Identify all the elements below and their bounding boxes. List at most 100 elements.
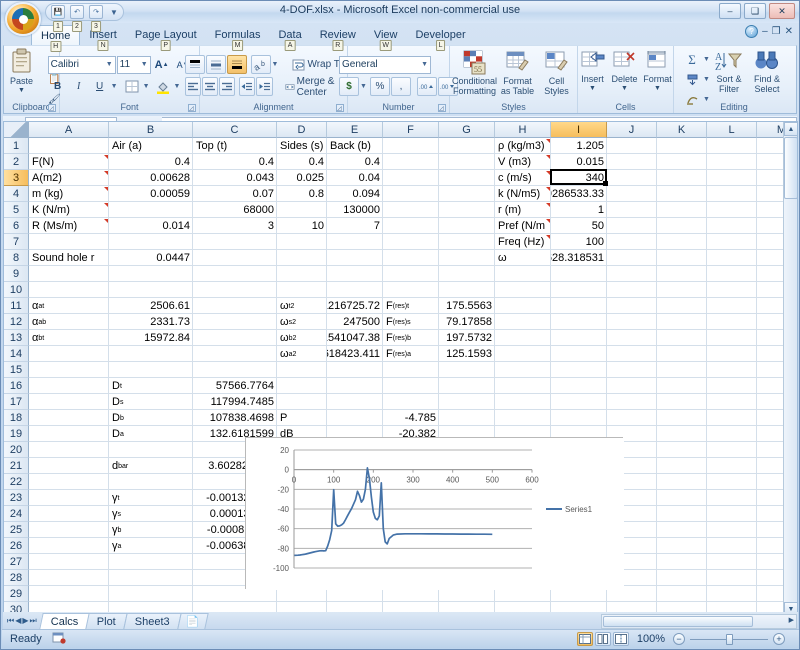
- sort-filter-button[interactable]: A Z Sort & Filter: [710, 50, 748, 94]
- zoom-track[interactable]: [690, 633, 768, 645]
- cell-I6[interactable]: 50: [551, 218, 607, 234]
- cell-H5[interactable]: r (m): [495, 202, 551, 218]
- cell-E14[interactable]: 618423.411: [327, 346, 383, 362]
- chevron-down-icon[interactable]: ▼: [654, 84, 661, 94]
- cell-B23[interactable]: γt: [109, 490, 193, 506]
- column-header-L[interactable]: L: [707, 122, 757, 138]
- row-header-24[interactable]: 24: [4, 506, 29, 522]
- increase-decimal-icon[interactable]: .00: [416, 76, 437, 96]
- row-header-6[interactable]: 6: [4, 218, 29, 234]
- cell-H7[interactable]: Freq (Hz): [495, 234, 551, 250]
- grow-font-button[interactable]: A ▲: [152, 55, 172, 74]
- cell-D18[interactable]: P: [277, 410, 327, 426]
- align-center-icon[interactable]: [201, 77, 218, 96]
- alignment-dialog-launcher[interactable]: ◿: [336, 104, 344, 112]
- cell-G12[interactable]: 79.17858: [439, 314, 495, 330]
- align-bottom-icon[interactable]: [226, 55, 247, 74]
- column-header-K[interactable]: K: [657, 122, 707, 138]
- cell-B3[interactable]: 0.00628: [109, 170, 193, 186]
- column-header-A[interactable]: A: [29, 122, 109, 138]
- cell-D3[interactable]: 0.025: [277, 170, 327, 186]
- row-header-4[interactable]: 4: [4, 186, 29, 202]
- select-all-button[interactable]: [4, 122, 29, 138]
- cell-F14[interactable]: F (res)a: [383, 346, 439, 362]
- undo-icon[interactable]: ↶ 2: [70, 5, 84, 32]
- format-cells-button[interactable]: Format ▼: [642, 50, 674, 94]
- ribbon-tab-review[interactable]: Review R: [311, 25, 365, 51]
- cell-D1[interactable]: Sides (s): [277, 138, 327, 154]
- cell-C6[interactable]: 3: [193, 218, 277, 234]
- cell-B18[interactable]: Db: [109, 410, 193, 426]
- cell-C5[interactable]: 68000: [193, 202, 277, 218]
- row-header-21[interactable]: 21: [4, 458, 29, 474]
- row-header-13[interactable]: 13: [4, 330, 29, 346]
- normal-view-icon[interactable]: [576, 632, 593, 646]
- zoom-in-button[interactable]: +: [773, 633, 785, 645]
- app-minimize-button[interactable]: –: [762, 26, 768, 37]
- row-header-28[interactable]: 28: [4, 570, 29, 586]
- sheet-tab-plot[interactable]: Plot: [85, 613, 128, 629]
- nav-last-icon[interactable]: ⏭: [30, 616, 37, 626]
- cell-A8[interactable]: Sound hole r: [29, 250, 109, 266]
- comma-format-button[interactable]: ,: [390, 76, 411, 96]
- cell-E11[interactable]: 1216725.72: [327, 298, 383, 314]
- format-as-table-button[interactable]: Format as Table: [498, 50, 538, 96]
- column-header-E[interactable]: E: [327, 122, 383, 138]
- cell-H4[interactable]: k (N/m5): [495, 186, 551, 202]
- chevron-down-icon[interactable]: ▼: [174, 83, 183, 90]
- cell-A5[interactable]: K (N/m): [29, 202, 109, 218]
- row-header-22[interactable]: 22: [4, 474, 29, 490]
- cell-D11[interactable]: ωt2: [277, 298, 327, 314]
- cell-D13[interactable]: ωb2: [277, 330, 327, 346]
- cell-E5[interactable]: 130000: [327, 202, 383, 218]
- cell-F18[interactable]: -4.785: [383, 410, 439, 426]
- align-middle-icon[interactable]: [205, 55, 226, 74]
- vertical-scroll-thumb[interactable]: [784, 137, 797, 199]
- scroll-right-icon[interactable]: ▶: [789, 616, 794, 624]
- cell-A11[interactable]: α at: [29, 298, 109, 314]
- cell-C3[interactable]: 0.043: [193, 170, 277, 186]
- row-header-8[interactable]: 8: [4, 250, 29, 266]
- cell-B8[interactable]: 0.0447: [109, 250, 193, 266]
- cell-B16[interactable]: Dt: [109, 378, 193, 394]
- cell-A12[interactable]: α ab: [29, 314, 109, 330]
- conditional-formatting-button[interactable]: 55 Conditional Formatting: [452, 50, 497, 96]
- cell-E13[interactable]: 1541047.38: [327, 330, 383, 346]
- cell-B21[interactable]: d bar: [109, 458, 193, 474]
- ribbon-tab-developer[interactable]: Developer L: [406, 25, 474, 51]
- insert-sheet-icon[interactable]: 📄: [177, 612, 209, 629]
- cell-H8[interactable]: ω: [495, 250, 551, 266]
- number-dialog-launcher[interactable]: ◿: [438, 104, 446, 112]
- chevron-down-icon[interactable]: ▼: [272, 61, 279, 68]
- chevron-down-icon[interactable]: ▼: [360, 83, 369, 90]
- cell-A2[interactable]: F(N): [29, 154, 109, 170]
- underline-button[interactable]: U: [90, 77, 110, 96]
- nav-prev-icon[interactable]: ◀: [15, 616, 21, 625]
- cell-F12[interactable]: F (res)s: [383, 314, 439, 330]
- cell-B13[interactable]: 15972.84: [109, 330, 193, 346]
- chevron-down-icon[interactable]: ▼: [621, 84, 628, 94]
- cell-E12[interactable]: 247500: [327, 314, 383, 330]
- sheet-tab-sheet3[interactable]: Sheet3: [123, 613, 182, 629]
- cell-G14[interactable]: 125.1593: [439, 346, 495, 362]
- cell-C17[interactable]: 117994.7485: [193, 394, 277, 410]
- minimize-button[interactable]: –: [719, 3, 741, 19]
- find-select-button[interactable]: Find & Select: [748, 50, 786, 94]
- chevron-down-icon[interactable]: ▼: [703, 76, 710, 83]
- cell-H6[interactable]: Pref (N/m: [495, 218, 551, 234]
- increase-indent-icon[interactable]: [256, 77, 273, 96]
- row-header-15[interactable]: 15: [4, 362, 29, 378]
- ribbon-tab-insert[interactable]: Insert N: [80, 25, 126, 51]
- number-format-combo[interactable]: General ▼: [339, 55, 432, 74]
- close-button[interactable]: ✕: [769, 3, 795, 19]
- row-header-29[interactable]: 29: [4, 586, 29, 602]
- chevron-down-icon[interactable]: ▼: [703, 56, 710, 63]
- cell-E4[interactable]: 0.094: [327, 186, 383, 202]
- cell-D2[interactable]: 0.4: [277, 154, 327, 170]
- row-header-27[interactable]: 27: [4, 554, 29, 570]
- zoom-level[interactable]: 100%: [631, 633, 671, 645]
- row-header-18[interactable]: 18: [4, 410, 29, 426]
- help-icon[interactable]: ?: [745, 25, 759, 38]
- cell-I5[interactable]: 1: [551, 202, 607, 218]
- nav-next-icon[interactable]: ▶: [22, 616, 28, 625]
